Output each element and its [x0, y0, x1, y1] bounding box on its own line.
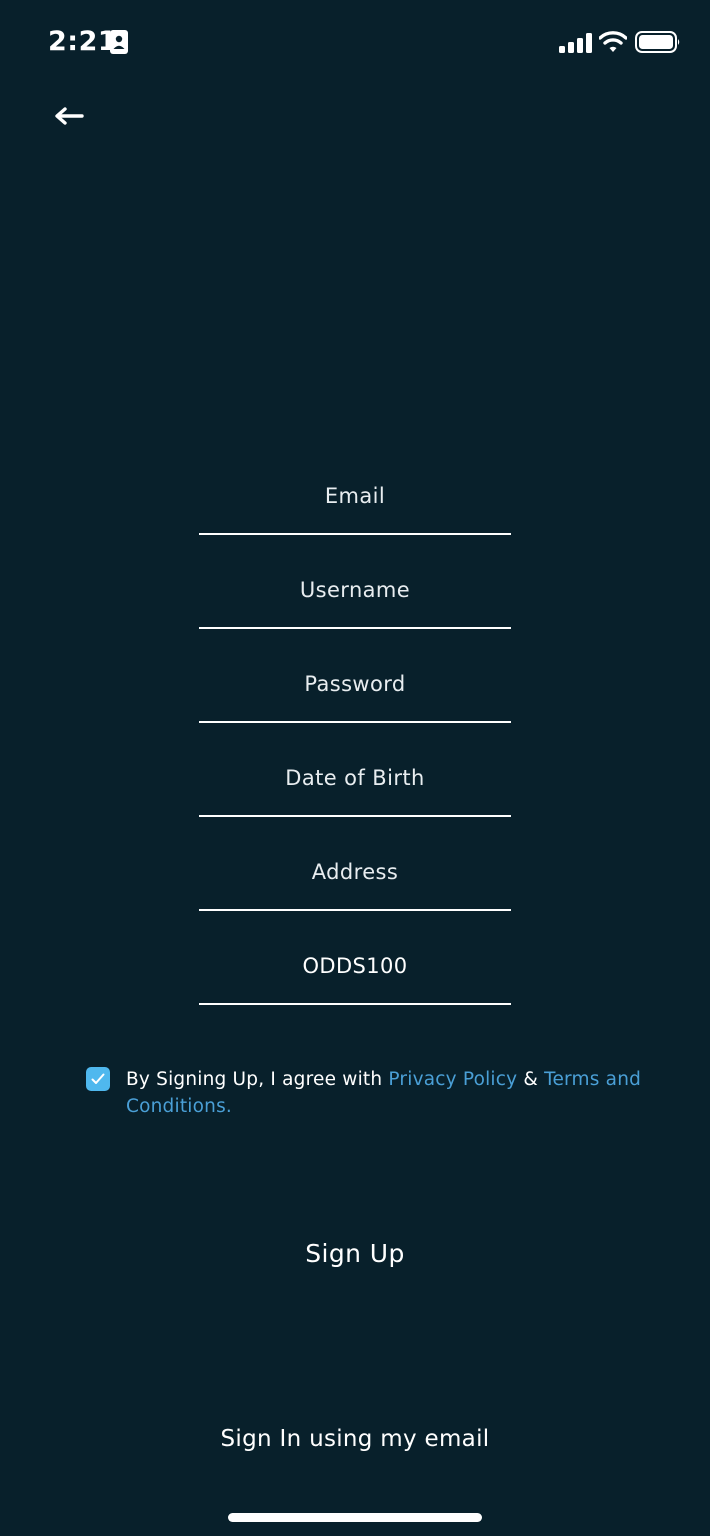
password-field-wrapper — [199, 648, 511, 742]
agreement-connector: & — [517, 1069, 545, 1090]
promo-code-underline — [199, 1003, 511, 1005]
cellular-signal-icon — [559, 33, 592, 53]
agree-checkbox[interactable] — [86, 1067, 110, 1091]
address-underline — [199, 909, 511, 911]
address-field-wrapper — [199, 836, 511, 930]
sign-up-screen: 2:21 Email Username Date of Birth Addres… — [0, 0, 710, 1536]
agreement-text: By Signing Up, I agree with Privacy Poli… — [126, 1066, 646, 1120]
sign-in-email-button[interactable]: Sign In using my email — [185, 1412, 525, 1466]
email-input[interactable] — [199, 474, 511, 518]
wifi-icon — [598, 30, 628, 54]
battery-icon — [635, 31, 681, 53]
date-of-birth-input[interactable] — [199, 756, 511, 800]
password-underline — [199, 721, 511, 723]
promo-code-input[interactable] — [199, 944, 511, 988]
date-of-birth-field-wrapper — [199, 742, 511, 836]
sign-up-button[interactable]: Sign Up — [255, 1226, 455, 1282]
date-of-birth-underline — [199, 815, 511, 817]
password-input[interactable] — [199, 662, 511, 706]
privacy-policy-link[interactable]: Privacy Policy — [388, 1069, 517, 1090]
address-input[interactable] — [199, 850, 511, 894]
username-underline — [199, 627, 511, 629]
promo-code-field-wrapper — [199, 930, 511, 1024]
contact-card-icon — [110, 30, 128, 54]
email-underline — [199, 533, 511, 535]
home-indicator — [228, 1513, 482, 1522]
username-field-wrapper — [199, 554, 511, 648]
back-button[interactable] — [44, 96, 94, 136]
sign-up-form — [199, 460, 511, 1024]
agreement-statement: By Signing Up, I agree with — [126, 1069, 389, 1090]
username-input[interactable] — [199, 568, 511, 612]
status-bar: 2:21 — [0, 0, 710, 86]
email-field-wrapper — [199, 460, 511, 554]
status-time: 2:21 — [48, 26, 118, 57]
